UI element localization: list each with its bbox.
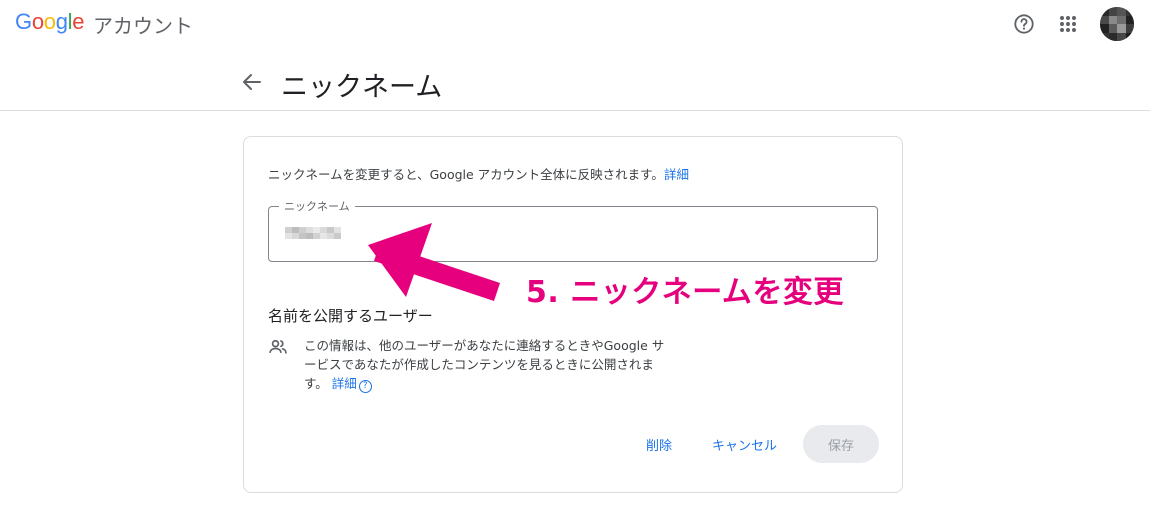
page-header: ニックネーム (0, 50, 1150, 111)
back-arrow-icon[interactable] (240, 70, 264, 94)
info-learn-more-label: 詳細 (331, 376, 357, 391)
google-logo[interactable]: Google (15, 9, 84, 35)
avatar[interactable] (1100, 7, 1134, 41)
description-text: ニックネームを変更すると、Google アカウント全体に反映されます。詳細 (268, 164, 689, 183)
nickname-field-label: ニックネーム (279, 198, 355, 214)
annotation-arrow-icon (360, 215, 510, 310)
info-learn-more-link[interactable]: 詳細? (331, 376, 372, 393)
nickname-card: ニックネームを変更すると、Google アカウント全体に反映されます。詳細 ニッ… (243, 136, 903, 493)
help-icon[interactable] (1010, 10, 1038, 38)
product-name[interactable]: アカウント (93, 10, 193, 39)
top-app-bar: Google アカウント (0, 0, 1150, 50)
learn-more-link[interactable]: 詳細 (664, 167, 689, 182)
cancel-button[interactable]: キャンセル (712, 435, 777, 454)
nickname-value-pixelated[interactable] (285, 225, 351, 241)
page-title: ニックネーム (281, 72, 443, 103)
help-circle-icon: ? (358, 380, 372, 393)
delete-button[interactable]: 削除 (646, 435, 672, 454)
description-body: ニックネームを変更すると、Google アカウント全体に反映されます。 (268, 167, 664, 182)
apps-grid-icon[interactable] (1054, 10, 1082, 38)
save-button[interactable]: 保存 (803, 425, 879, 463)
people-icon (268, 337, 288, 357)
visibility-info-text: この情報は、他のユーザーがあなたに連絡するときやGoogle サービスであなたが… (304, 336, 674, 393)
annotation-label: 5. ニックネームを変更 (526, 275, 844, 310)
